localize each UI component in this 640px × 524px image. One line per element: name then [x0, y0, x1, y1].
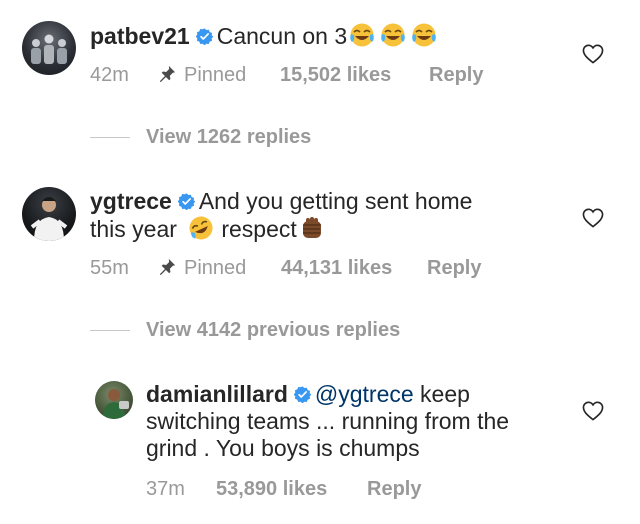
comment-3-time[interactable]: 37m	[146, 478, 185, 501]
comment-3-line-1: keep	[420, 381, 470, 407]
avatar-patbev21[interactable]	[22, 21, 76, 75]
comment-1-reply-button[interactable]: Reply	[429, 64, 483, 87]
comment-2-reply-button[interactable]: Reply	[427, 257, 481, 280]
comment-3-line-2: switching teams ... running from the	[146, 408, 510, 434]
username-ygtrece[interactable]: ygtrece	[90, 188, 172, 214]
comment-3-line-3: grind . You boys is chumps	[146, 435, 420, 461]
comment-3-likes[interactable]: 53,890 likes	[216, 478, 327, 501]
raised-fist-emoji	[299, 215, 325, 247]
comment-1-likes[interactable]: 15,502 likes	[280, 64, 391, 87]
mention-ygtrece[interactable]: @ygtrece	[315, 381, 414, 407]
comment-2-line-1: And you getting sent home	[198, 188, 473, 214]
comment-1-meta: 42m Pinned 15,502 likes Reply	[90, 64, 510, 88]
avatar-ygtrece[interactable]	[22, 187, 76, 241]
comment-3-text: damianlillard @ygtrece keep switching tea…	[146, 381, 509, 462]
comment-1-pinned: Pinned	[158, 64, 246, 87]
comment-3-reply-button[interactable]: Reply	[367, 478, 421, 501]
heart-icon[interactable]	[582, 208, 604, 228]
comment-2-likes[interactable]: 44,131 likes	[281, 257, 392, 280]
comment-1-body: Cancun on 3	[216, 23, 348, 49]
comment-3-meta: 37m 53,890 likes Reply	[146, 478, 466, 502]
view-replies-divider	[90, 137, 130, 138]
verified-badge-icon	[293, 386, 311, 403]
verified-badge-icon	[195, 28, 213, 45]
username-patbev21[interactable]: patbev21	[90, 23, 190, 49]
comment-2-pinned: Pinned	[158, 257, 246, 280]
tears-of-joy-emoji	[349, 22, 439, 54]
view-replies-divider	[90, 330, 130, 331]
comment-2-time[interactable]: 55m	[90, 257, 129, 280]
rofl-emoji	[187, 215, 215, 247]
comment-1-text: patbev21 Cancun on 3	[90, 22, 439, 54]
view-replies-1-link[interactable]: View 1262 replies	[146, 126, 311, 149]
pin-icon	[159, 258, 176, 276]
comment-2-meta: 55m Pinned 44,131 likes Reply	[90, 257, 510, 281]
heart-icon[interactable]	[582, 401, 604, 421]
avatar-damianlillard[interactable]	[95, 381, 133, 419]
verified-badge-icon	[177, 193, 195, 210]
comment-2-text: ygtrece And you getting sent home this ye…	[90, 188, 472, 247]
view-replies-2-link[interactable]: View 4142 previous replies	[146, 319, 400, 342]
comment-1-time[interactable]: 42m	[90, 64, 129, 87]
username-damianlillard[interactable]: damianlillard	[146, 381, 288, 407]
heart-icon[interactable]	[582, 44, 604, 64]
pin-icon	[159, 65, 176, 83]
comment-2-line-2b: respect	[221, 216, 297, 242]
comment-2-line-2a: this year	[90, 216, 177, 242]
